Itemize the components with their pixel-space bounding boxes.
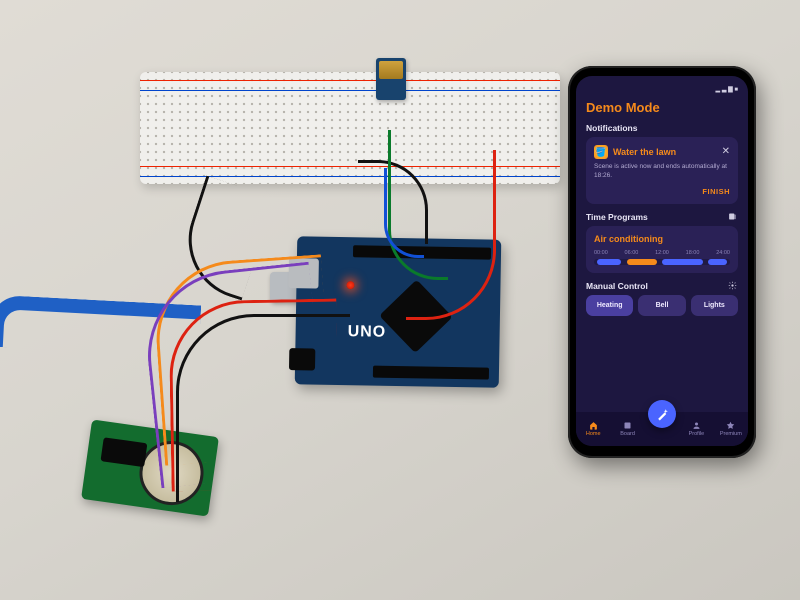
section-header-notifications: Notifications bbox=[586, 123, 738, 133]
phone-status-bar: ▂ ▃ ▇ ■ bbox=[586, 86, 738, 94]
nav-label: Profile bbox=[689, 431, 705, 437]
bluetooth-module bbox=[376, 58, 406, 100]
tab-lights[interactable]: Lights bbox=[691, 295, 738, 316]
tab-bell[interactable]: Bell bbox=[638, 295, 685, 316]
tick-label: 00:00 bbox=[594, 250, 608, 256]
close-icon[interactable]: ✕ bbox=[722, 147, 730, 157]
tick-label: 24:00 bbox=[716, 250, 730, 256]
nav-premium[interactable]: Premium bbox=[714, 412, 748, 446]
timeline-bar[interactable] bbox=[594, 259, 730, 265]
notification-description: Scene is active now and ends automatical… bbox=[594, 163, 730, 181]
tick-label: 06:00 bbox=[625, 250, 639, 256]
smartphone: ▂ ▃ ▇ ■ Demo Mode Notifications 🪣 Water … bbox=[568, 66, 756, 458]
finish-button[interactable]: FINISH bbox=[594, 187, 730, 196]
timeline-ticks: 00:00 06:00 12:00 18:00 24:00 bbox=[594, 250, 730, 256]
tick-label: 12:00 bbox=[655, 250, 669, 256]
edit-programs-icon[interactable] bbox=[728, 212, 738, 222]
notification-title: Water the lawn bbox=[613, 147, 717, 157]
notification-card[interactable]: 🪣 Water the lawn ✕ Scene is active now a… bbox=[586, 137, 738, 204]
timeline-segment bbox=[597, 259, 621, 265]
section-title: Notifications bbox=[586, 123, 637, 133]
arduino-power-led bbox=[346, 281, 354, 289]
arduino-board-label: UNO bbox=[347, 323, 386, 342]
section-title: Time Programs bbox=[586, 212, 648, 222]
arduino-header-bottom bbox=[373, 366, 489, 380]
nav-label: Home bbox=[586, 431, 601, 437]
profile-icon bbox=[692, 421, 701, 430]
watering-icon: 🪣 bbox=[594, 145, 608, 159]
app-screen[interactable]: ▂ ▃ ▇ ■ Demo Mode Notifications 🪣 Water … bbox=[576, 76, 748, 446]
jumper-wire-black bbox=[176, 314, 350, 502]
nav-board[interactable]: Board bbox=[610, 412, 644, 446]
nav-label: Premium bbox=[720, 431, 742, 437]
section-header-time-programs: Time Programs bbox=[586, 212, 738, 222]
premium-icon bbox=[726, 421, 735, 430]
board-icon bbox=[623, 421, 632, 430]
program-title: Air conditioning bbox=[594, 234, 730, 244]
section-header-manual-control: Manual Control bbox=[586, 281, 738, 291]
timeline-segment-active bbox=[627, 259, 657, 265]
nav-fab-button[interactable] bbox=[648, 400, 676, 428]
time-program-card[interactable]: Air conditioning 00:00 06:00 12:00 18:00… bbox=[586, 226, 738, 273]
page-title: Demo Mode bbox=[586, 100, 738, 115]
nav-profile[interactable]: Profile bbox=[679, 412, 713, 446]
manual-control-tabs: Heating Bell Lights bbox=[586, 295, 738, 316]
gear-icon[interactable] bbox=[728, 281, 738, 291]
nav-home[interactable]: Home bbox=[576, 412, 610, 446]
breadboard bbox=[140, 72, 560, 184]
timeline-segment bbox=[662, 259, 703, 265]
magic-wand-icon bbox=[656, 408, 669, 421]
tick-label: 18:00 bbox=[686, 250, 700, 256]
home-icon bbox=[589, 421, 598, 430]
timeline-segment bbox=[708, 259, 727, 265]
section-title: Manual Control bbox=[586, 281, 648, 291]
bottom-nav: Home Board Profile Premium bbox=[576, 412, 748, 446]
nav-label: Board bbox=[620, 431, 635, 437]
tab-heating[interactable]: Heating bbox=[586, 295, 633, 316]
